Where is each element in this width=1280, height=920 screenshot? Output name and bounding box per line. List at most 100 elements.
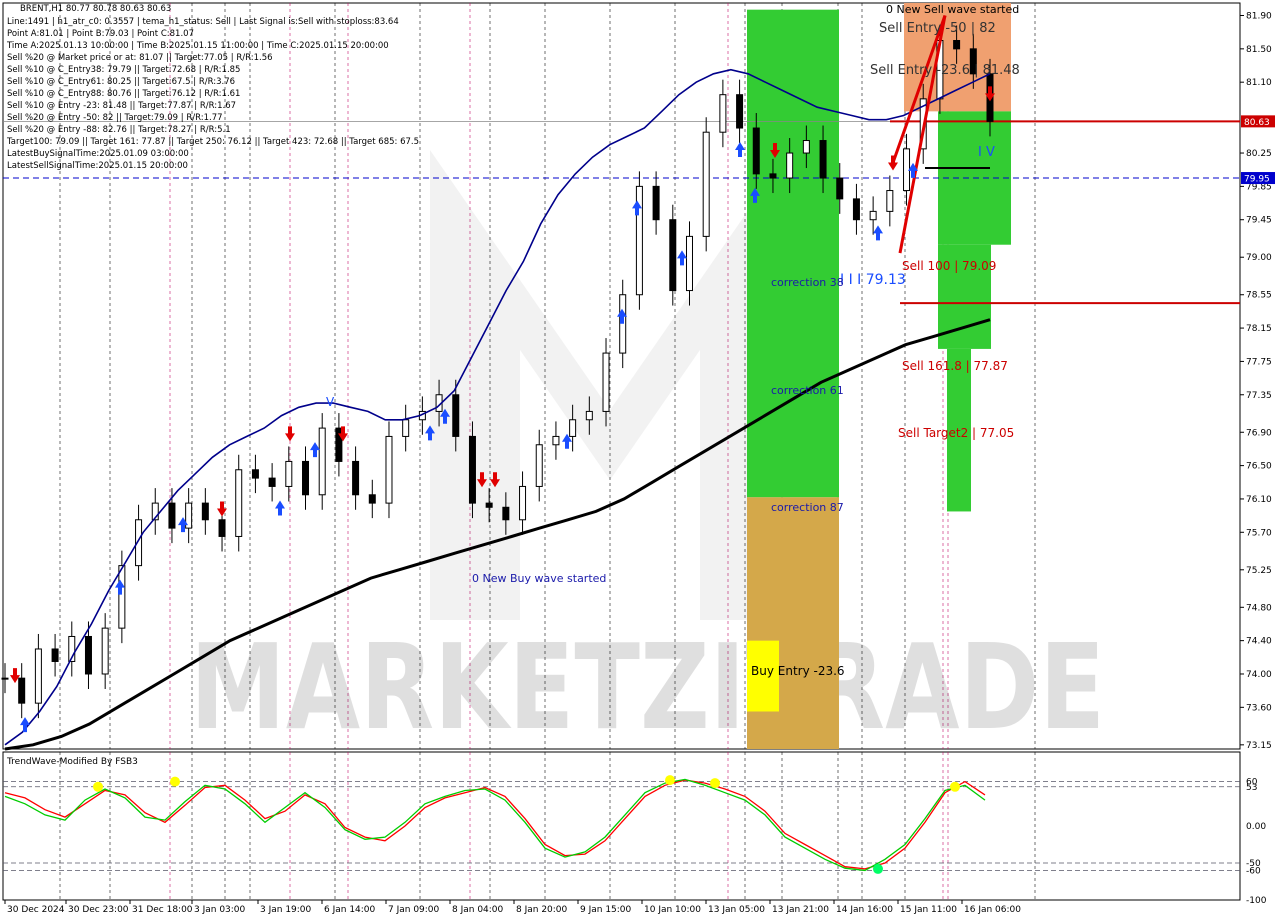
overbought-dot-icon xyxy=(950,781,960,792)
x-tick-label: 8 Jan 04:00 xyxy=(452,905,504,915)
y-tick-label: 81.10 xyxy=(1246,78,1272,88)
overbought-dot-icon xyxy=(170,776,180,787)
candle-body xyxy=(953,40,961,50)
y-tick-label: 78.55 xyxy=(1246,291,1272,301)
y-tick-label: 76.10 xyxy=(1246,495,1272,505)
annotation-label: I V xyxy=(978,145,995,160)
chart-window: MARKETZITRADE 0 New Sell wave started Sell… xyxy=(0,0,1280,920)
y-tick-label: 73.60 xyxy=(1246,703,1272,713)
zone-label: correction 38 xyxy=(771,276,844,289)
y-tick-label: 75.70 xyxy=(1246,528,1272,538)
oscillator-panel-frame xyxy=(2,751,1241,901)
info-line: Sell %10 @ C_Entry38: 79.79 || Target:72… xyxy=(7,65,241,75)
candle-body xyxy=(886,190,894,212)
candle-body xyxy=(752,127,760,175)
x-tick-label: 6 Jan 14:00 xyxy=(324,905,376,915)
info-line: Sell %10 @ C_Entry88: 80.76 || Target:76… xyxy=(7,89,241,99)
symbol-header: BRENT,H1 80.77 80.78 80.63 80.63 xyxy=(20,4,172,14)
candle-body xyxy=(802,140,810,154)
overbought-dot-icon xyxy=(710,778,720,789)
candle-body xyxy=(702,131,710,237)
annotation-label: 0 New Buy wave started xyxy=(472,572,606,585)
candle-body xyxy=(485,502,493,508)
y-tick-label: 75.25 xyxy=(1246,566,1272,576)
x-tick-label: 3 Jan 03:00 xyxy=(194,905,246,915)
candle-body xyxy=(218,519,226,537)
candle-body xyxy=(402,419,410,437)
price-tag-label: 79.95 xyxy=(1244,175,1270,185)
annotation-label: Sell Entry -23.6 | 81.48 xyxy=(870,63,1020,78)
annotation-label: Sell 100 | 79.09 xyxy=(902,259,996,273)
candle-body xyxy=(569,419,577,437)
candle-body xyxy=(368,494,376,504)
info-line: LatestBuySignalTime:2025.01.09 03:00:00 xyxy=(7,149,189,159)
candle-body xyxy=(18,677,26,704)
info-line: Sell %20 @ Market price or at: 81.07 || … xyxy=(7,53,273,63)
x-tick-label: 9 Jan 15:00 xyxy=(580,905,632,915)
candle-body xyxy=(836,177,844,200)
candle-body xyxy=(385,435,393,504)
candle-body xyxy=(84,635,92,675)
annotation-label: I I I 79.13 xyxy=(840,272,906,288)
y-tick-label: 73.15 xyxy=(1246,741,1272,751)
annotation-label: Sell Entry -50 | 82 xyxy=(879,21,996,36)
candle-body xyxy=(34,648,42,704)
annotation-label: V xyxy=(326,395,335,409)
candle-body xyxy=(585,410,593,421)
x-tick-label: 7 Jan 09:00 xyxy=(388,905,440,915)
candle-body xyxy=(869,210,877,221)
osc-y-tick-label: 0.00 xyxy=(1246,822,1266,832)
candle-body xyxy=(852,198,860,221)
y-tick-label: 81.90 xyxy=(1246,12,1272,22)
y-tick-label: 74.00 xyxy=(1246,670,1272,680)
x-tick-label: 10 Jan 10:00 xyxy=(644,905,701,915)
y-tick-label: 77.75 xyxy=(1246,357,1272,367)
price-tag-label: 80.63 xyxy=(1244,118,1270,128)
candle-body xyxy=(652,185,660,221)
info-line: Target100: 79.09 || Target 161: 77.87 ||… xyxy=(7,137,420,147)
candle-body xyxy=(669,219,677,292)
candle-body xyxy=(619,294,627,354)
candle-body xyxy=(302,460,310,496)
candle-body xyxy=(535,444,543,487)
info-line: Sell %10 @ C_Entry61: 80.25 || Target:67… xyxy=(7,77,236,87)
annotation-label: Sell Target2 | 77.05 xyxy=(898,426,1014,440)
osc-y-tick-label: -100 xyxy=(1246,896,1267,906)
info-line: Line:1491 | h1_atr_c0: 0.3557 | tema_h1_… xyxy=(7,17,399,27)
x-tick-label: 3 Jan 19:00 xyxy=(260,905,312,915)
info-line: LatestSellSignalTime:2025.01.15 20:00:00 xyxy=(7,161,188,171)
y-tick-label: 78.15 xyxy=(1246,324,1272,334)
info-line: Sell %20 @ Entry -88: 82.76 || Target:78… xyxy=(7,125,231,135)
y-tick-label: 79.00 xyxy=(1246,253,1272,263)
watermark-text: MARKETZITRADE xyxy=(190,618,1105,756)
x-tick-label: 31 Dec 18:00 xyxy=(132,905,193,915)
x-tick-label: 13 Jan 21:00 xyxy=(772,905,829,915)
y-tick-label: 80.25 xyxy=(1246,149,1272,159)
x-tick-label: 13 Jan 05:00 xyxy=(708,905,765,915)
candle-body xyxy=(201,502,209,521)
candle-body xyxy=(769,173,777,179)
x-tick-label: 30 Dec 2024 xyxy=(7,905,65,915)
candle-body xyxy=(352,460,360,496)
info-line: Time A:2025.01.13 10:00:00 | Time B:2025… xyxy=(7,41,389,51)
candle-body xyxy=(719,94,727,133)
annotation-label: Sell 161.8 | 77.87 xyxy=(902,359,1008,373)
zone-label: Buy Entry -23.6 xyxy=(751,664,845,678)
x-tick-label: 14 Jan 16:00 xyxy=(836,905,893,915)
candle-body xyxy=(468,435,476,504)
x-tick-label: 16 Jan 06:00 xyxy=(964,905,1021,915)
candle-body xyxy=(519,485,527,521)
y-tick-label: 76.50 xyxy=(1246,462,1272,472)
x-tick-label: 8 Jan 20:00 xyxy=(516,905,568,915)
osc-y-tick-label: -60 xyxy=(1246,866,1261,876)
candle-body xyxy=(452,394,460,437)
candle-body xyxy=(736,94,744,129)
candle-body xyxy=(268,477,276,487)
overbought-dot-icon xyxy=(93,781,103,792)
candle-body xyxy=(335,427,343,462)
y-tick-label: 76.90 xyxy=(1246,428,1272,438)
zone-label: correction 61 xyxy=(771,384,844,397)
candle-body xyxy=(51,648,59,662)
oversold-dot-icon xyxy=(873,863,883,874)
candle-body xyxy=(502,506,510,521)
